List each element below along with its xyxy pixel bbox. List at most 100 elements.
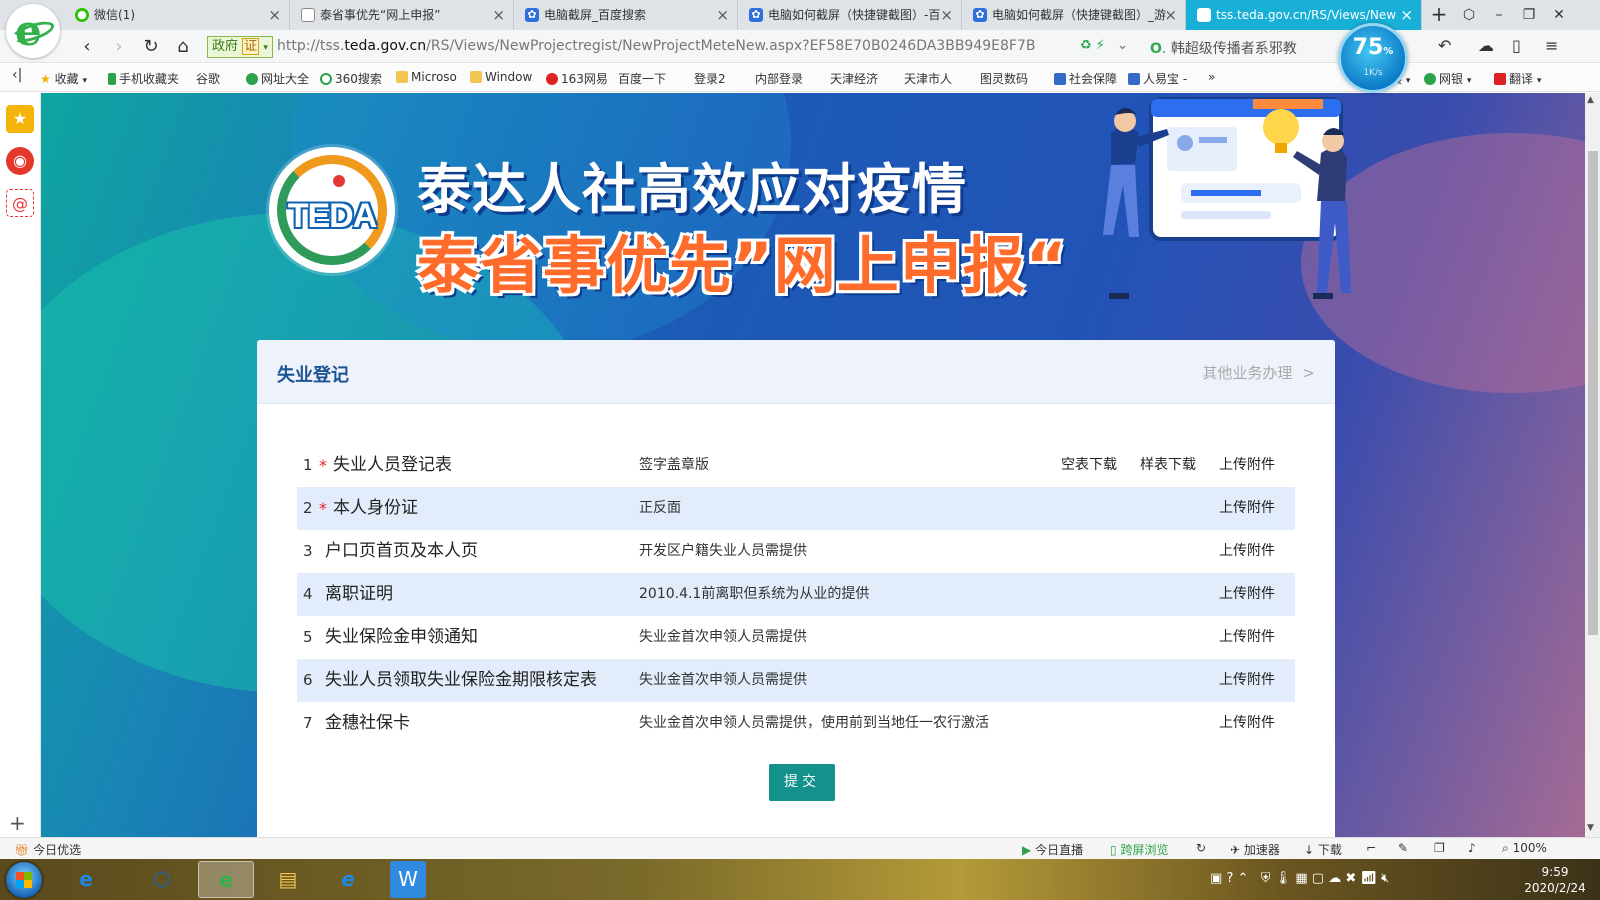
close-tray-icon[interactable]: ✖ [1345,871,1356,886]
clean-icon[interactable]: ✎ [1398,841,1408,855]
weibo-icon[interactable]: ◉ [6,147,34,175]
bookmark-google[interactable]: 谷歌 [196,70,249,175]
daily-picks[interactable]: 🎁︎ 今日优选 [14,841,81,858]
undo-icon[interactable]: ↶ [1438,36,1451,55]
back-icon[interactable]: ‹ [74,34,100,60]
layout-icon[interactable]: ⌐ [1366,841,1376,855]
upload-attachment-link[interactable]: 上传附件 [1219,616,1275,659]
cross-screen-button[interactable]: ▯ 跨屏浏览 [1110,841,1168,858]
security-shield-icon[interactable]: ♻ [1080,38,1092,53]
chevron-tray-icon[interactable]: ⌃ [1237,871,1248,886]
translate-button[interactable]: 翻译 ▾ [1494,70,1541,87]
live-button[interactable]: ▶ 今日直播 [1022,841,1083,858]
hot-search-suggestion[interactable]: O. 韩超级传播者系邪教 [1150,38,1297,58]
tab-close-icon[interactable]: × [492,0,505,30]
minimize-icon[interactable]: – [1484,0,1514,30]
shield-tray-icon[interactable]: ⛨ [1261,871,1271,886]
refresh-icon[interactable]: ↻ [138,34,164,60]
bookmark-360-search[interactable]: 360搜索 [320,70,382,87]
bookmark-windows[interactable]: Window [470,70,532,84]
bookmark-163[interactable]: 163网易 [546,70,608,87]
tab-close-icon[interactable]: × [268,0,281,30]
tab-baidu-search[interactable]: ✿ 电脑截屏_百度搜索 × [514,0,738,30]
tab-wechat[interactable]: ● 微信(1) × [64,0,290,30]
tab-tss-declaration[interactable]: 泰省事优先“网上申报” × [290,0,514,30]
cloud-tray-icon[interactable]: ☁ [1328,871,1341,886]
skin-icon[interactable]: ⬡ [1454,0,1484,30]
window-icon[interactable]: ❐ [1434,841,1445,855]
bookmark-mobile[interactable]: 手机收藏夹 [108,70,179,87]
bookmark-login2[interactable]: 登录2 [694,70,747,175]
accelerator-button[interactable]: ✈ 加速器 [1230,841,1280,858]
upload-attachment-link[interactable]: 上传附件 [1219,659,1275,702]
bookmark-tianjin-economy[interactable]: 天津经济 [830,70,883,175]
network-tray-icon[interactable]: ▦ [1295,871,1307,886]
volume-icon[interactable]: ♪ [1468,841,1476,855]
refresh-icon[interactable]: ↻ [1196,841,1206,855]
bookmark-more-icon[interactable]: » [1208,70,1215,84]
bookmark-favorites[interactable]: ★ 收藏 ▾ [40,70,87,87]
restore-icon[interactable]: ❐ [1514,0,1544,30]
display-tray-icon[interactable]: ▢ [1312,871,1324,886]
help-tray-icon[interactable]: ? [1226,871,1233,886]
upload-attachment-link[interactable]: 上传附件 [1219,444,1275,487]
upload-attachment-link[interactable]: 上传附件 [1219,573,1275,616]
gov-cert-badge[interactable]: 政府 证 ▾ [207,36,273,58]
tab-close-icon[interactable]: × [1400,0,1413,30]
thermometer-tray-icon[interactable]: 🌡︎ [1275,871,1292,886]
tab-close-icon[interactable]: × [716,0,729,30]
bookmark-renyibao[interactable]: 人易宝 - [1128,70,1187,87]
upload-attachment-link[interactable]: 上传附件 [1219,487,1275,530]
browser-logo[interactable]: e [6,4,60,58]
user-tray-icon[interactable]: ▣ [1210,871,1222,886]
favorites-star-icon[interactable]: ★ [6,105,34,133]
scroll-up-icon[interactable]: ▲ [1587,95,1594,105]
phone-icon[interactable]: ▯ [1512,36,1521,55]
scrollbar-thumb[interactable] [1588,151,1598,635]
add-sidebar-icon[interactable]: + [9,811,26,835]
email-icon[interactable]: @ [6,189,34,217]
ie-taskbar-icon[interactable]: e [58,861,114,898]
cloud-icon[interactable]: ☁ [1478,36,1494,55]
other-business-link[interactable]: 其他业务办理 > [1202,362,1315,383]
system-clock[interactable]: 9:59 2020/2/24 [1520,864,1590,896]
tab-screenshot-howto-2[interactable]: ✿ 电脑如何截屏（快捷键截图）_游 × [962,0,1186,30]
sample-form-download-link[interactable]: 样表下载 [1140,444,1196,487]
new-tab-button[interactable]: + [1424,0,1454,30]
fast-mode-icon[interactable]: ⚡ [1096,38,1105,53]
windows-start-button[interactable] [6,862,42,898]
ie-2-taskbar-icon[interactable]: e [320,861,376,898]
empty-form-download-link[interactable]: 空表下载 [1061,444,1117,487]
menu-icon[interactable]: ≡ [1545,36,1558,55]
wps-taskbar-icon[interactable]: W [390,861,426,898]
page-scrollbar[interactable]: ▲ ▼ [1585,93,1600,837]
tab-close-icon[interactable]: × [1164,0,1177,30]
virtualbox-taskbar-icon[interactable]: ⬡ [134,861,190,898]
forward-icon[interactable]: › [106,34,132,60]
sidebar-toggle-icon[interactable]: ‹| [12,67,22,83]
explorer-taskbar-icon[interactable]: ▤ [260,861,316,898]
signal-tray-icon[interactable]: 📶︎ [1360,871,1377,886]
bookmark-microsoft[interactable]: Microso [396,70,457,84]
zoom-control[interactable]: ⌕ 100% [1502,841,1547,856]
url-input[interactable]: http://tss.teda.gov.cn/RS/Views/NewProje… [277,38,1035,54]
bookmark-tuling[interactable]: 图灵数码 [980,70,1033,175]
bookmark-baidu[interactable]: 百度一下 [618,70,671,175]
bookmark-url-directory[interactable]: 网址大全 [246,70,309,87]
download-button[interactable]: ↓ 下载 [1304,841,1342,858]
url-dropdown-icon[interactable]: ⌄ [1117,38,1128,53]
upload-attachment-link[interactable]: 上传附件 [1219,702,1275,745]
scroll-down-icon[interactable]: ▼ [1587,823,1594,833]
online-bank-button[interactable]: 网银 ▾ [1424,70,1471,87]
close-window-icon[interactable]: ✕ [1544,0,1574,30]
network-speed-gauge[interactable]: 75% 1K/s [1338,23,1408,93]
upload-attachment-link[interactable]: 上传附件 [1219,530,1275,573]
submit-button[interactable]: 提交 [769,764,835,801]
bookmark-internal-login[interactable]: 内部登录 [755,70,808,175]
bookmark-tianjin-city[interactable]: 天津市人 [904,70,957,175]
bookmark-social-security[interactable]: 社会保障 [1054,70,1117,87]
home-icon[interactable]: ⌂ [170,34,196,60]
browser-taskbar-icon[interactable]: e [198,861,254,898]
tab-close-icon[interactable]: × [940,0,953,30]
tab-screenshot-howto-1[interactable]: ✿ 电脑如何截屏（快捷键截图）-百 × [738,0,962,30]
